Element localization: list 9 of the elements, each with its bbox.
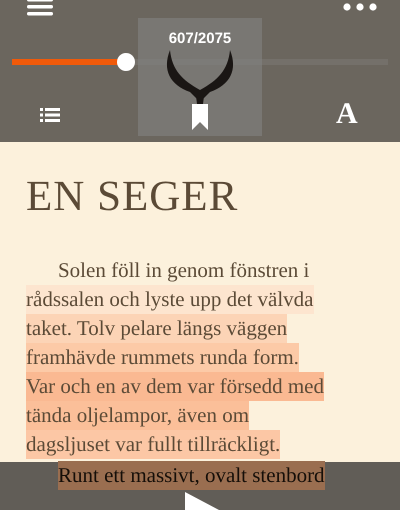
page-indicator: 607/2075 bbox=[168, 30, 232, 47]
list-icon[interactable] bbox=[40, 108, 60, 122]
menu-icon[interactable] bbox=[27, 0, 53, 16]
text-line: Solen föll in genom fönstren i bbox=[58, 257, 310, 284]
chapter-title: EN SEGER bbox=[26, 172, 240, 222]
more-icon[interactable] bbox=[343, 3, 377, 11]
font-settings-button[interactable]: A bbox=[336, 98, 358, 130]
bookmark-icon[interactable] bbox=[192, 104, 208, 130]
play-icon[interactable] bbox=[185, 492, 219, 510]
